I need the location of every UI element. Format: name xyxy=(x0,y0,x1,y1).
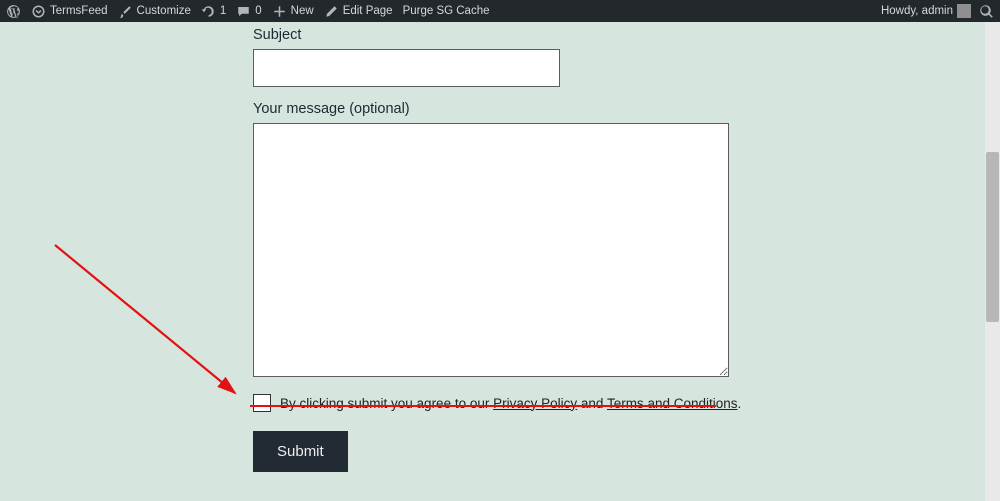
vertical-scrollbar[interactable] xyxy=(985,22,1000,501)
message-label: Your message (optional) xyxy=(253,101,741,117)
wp-logo[interactable] xyxy=(6,4,21,19)
scrollbar-thumb[interactable] xyxy=(986,152,999,322)
new-text: New xyxy=(291,5,314,17)
brush-icon xyxy=(118,4,133,19)
comments-icon xyxy=(236,4,251,19)
updates-link[interactable]: 1 xyxy=(201,4,226,19)
consent-end: . xyxy=(738,396,742,411)
annotation-arrow xyxy=(50,240,250,410)
new-link[interactable]: New xyxy=(272,4,314,19)
privacy-policy-link[interactable]: Privacy Policy xyxy=(493,396,577,411)
consent-text: By clicking submit you agree to our Priv… xyxy=(280,396,741,411)
consent-prefix: By clicking submit you agree to our xyxy=(280,396,493,411)
terms-link[interactable]: Terms and Conditions xyxy=(607,396,738,411)
submit-button[interactable]: Submit xyxy=(253,431,348,472)
consent-mid: and xyxy=(577,396,607,411)
wordpress-logo-icon xyxy=(6,4,21,19)
comments-link[interactable]: 0 xyxy=(236,4,261,19)
subject-label: Subject xyxy=(253,27,741,43)
search-icon xyxy=(979,4,994,19)
message-textarea[interactable] xyxy=(253,123,729,377)
annotation-underline xyxy=(250,405,716,407)
avatar xyxy=(957,4,971,18)
howdy-link[interactable]: Howdy, admin xyxy=(881,4,971,18)
site-name-link[interactable]: TermsFeed xyxy=(31,4,108,19)
customize-link[interactable]: Customize xyxy=(118,4,191,19)
edit-page-link[interactable]: Edit Page xyxy=(324,4,393,19)
consent-checkbox[interactable] xyxy=(253,394,271,412)
subject-input[interactable] xyxy=(253,49,560,87)
purge-text: Purge SG Cache xyxy=(403,5,490,17)
howdy-text: Howdy, admin xyxy=(881,5,953,17)
search-toggle[interactable] xyxy=(979,4,994,19)
consent-row: By clicking submit you agree to our Priv… xyxy=(253,394,741,412)
dashboard-icon xyxy=(31,4,46,19)
customize-text: Customize xyxy=(137,5,191,17)
comments-count: 0 xyxy=(255,5,261,17)
wp-admin-bar: TermsFeed Customize 1 0 New xyxy=(0,0,1000,22)
pencil-icon xyxy=(324,4,339,19)
updates-count: 1 xyxy=(220,5,226,17)
plus-icon xyxy=(272,4,287,19)
edit-page-text: Edit Page xyxy=(343,5,393,17)
updates-icon xyxy=(201,4,216,19)
purge-link[interactable]: Purge SG Cache xyxy=(403,5,490,17)
site-name-text: TermsFeed xyxy=(50,5,108,17)
